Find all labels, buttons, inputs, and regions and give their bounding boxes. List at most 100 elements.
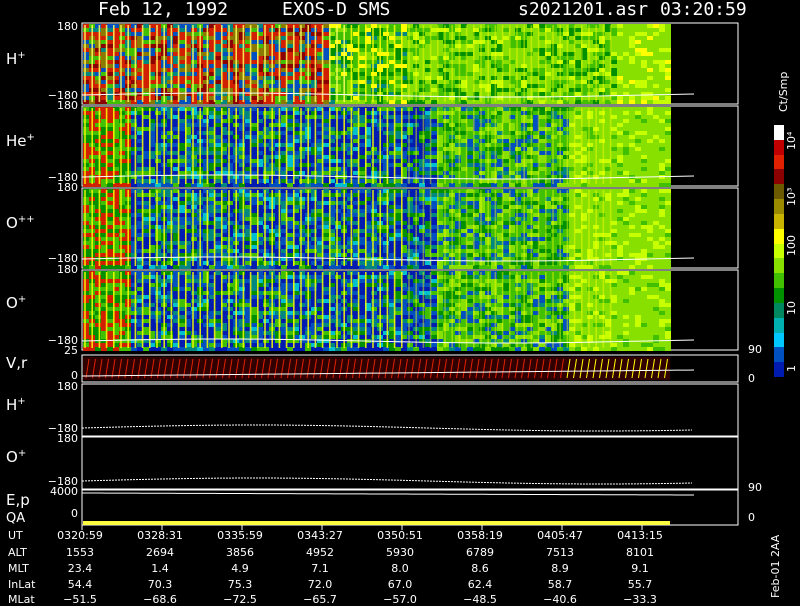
heatmap-cell (299, 44, 305, 48)
heatmap-cell (143, 80, 149, 84)
heatmap-cell (155, 163, 161, 167)
heatmap-cell (191, 229, 197, 233)
heatmap-cell (191, 213, 197, 217)
heatmap-cell (635, 48, 641, 52)
heatmap-cell (227, 233, 233, 237)
heatmap-cell (479, 135, 485, 139)
heatmap-cell (359, 64, 365, 68)
heatmap-cell (215, 205, 221, 209)
heatmap-cell (617, 60, 623, 64)
heatmap-cell (263, 84, 269, 88)
heatmap-cell (635, 163, 641, 167)
heatmap-cell (179, 197, 185, 201)
heatmap-cell (629, 167, 635, 171)
heatmap-cell (629, 131, 635, 135)
heatmap-cell (359, 72, 365, 76)
heatmap-cell (227, 209, 233, 213)
heatmap-cell (119, 64, 125, 68)
heatmap-cell (395, 76, 401, 80)
heatmap-cell (323, 205, 329, 209)
heatmap-cell (191, 111, 197, 115)
heatmap-cell (251, 167, 257, 171)
heatmap-cell (179, 205, 185, 209)
heatmap-cell (83, 241, 89, 245)
heatmap-cell (623, 179, 629, 183)
heatmap-cell (107, 28, 113, 32)
heatmap-cell (215, 52, 221, 56)
heatmap-cell (299, 221, 305, 225)
heatmap-cell (263, 205, 269, 209)
heatmap-cell (191, 163, 197, 167)
heatmap-cell (227, 197, 233, 201)
heatmap-cell (395, 48, 401, 52)
heatmap-cell (443, 115, 449, 119)
heatmap-cell (551, 179, 557, 183)
heatmap-cell (251, 32, 257, 36)
heatmap-cell (479, 107, 485, 111)
heatmap-cell (431, 171, 437, 175)
heatmap-cell (659, 36, 665, 40)
heatmap-cell (323, 213, 329, 217)
heatmap-cell (299, 139, 305, 143)
heatmap-cell (431, 28, 437, 32)
heatmap-cell (467, 151, 473, 155)
heatmap-cell (479, 179, 485, 183)
heatmap-cell (251, 155, 257, 159)
heatmap-cell (503, 115, 509, 119)
heatmap-cell (299, 155, 305, 159)
heatmap-cell (467, 24, 473, 28)
heatmap-cell (299, 225, 305, 229)
heatmap-cell (467, 123, 473, 127)
heatmap-cell (251, 76, 257, 80)
heatmap-cell (503, 163, 509, 167)
heatmap-cell (107, 249, 113, 253)
heatmap-cell (575, 107, 581, 111)
heatmap-cell (653, 76, 659, 80)
heatmap-cell (395, 139, 401, 143)
heatmap-cell (323, 64, 329, 68)
heatmap-cell (623, 167, 629, 171)
heatmap-cell (83, 131, 89, 135)
heatmap-cell (659, 24, 665, 28)
heatmap-cell (179, 217, 185, 221)
heatmap-cell (641, 171, 647, 175)
heatmap-cell (323, 40, 329, 44)
heatmap-cell (629, 24, 635, 28)
heatmap-cell (143, 197, 149, 201)
heatmap-cell (191, 189, 197, 193)
heatmap-cell (395, 88, 401, 92)
heatmap-cell (107, 32, 113, 36)
heatmap-cell (443, 111, 449, 115)
heatmap-cell (575, 80, 581, 84)
heatmap-cell (299, 209, 305, 213)
heatmap-cell (119, 217, 125, 221)
heatmap-cell (155, 56, 161, 60)
heatmap-cell (635, 147, 641, 151)
heatmap-cell (227, 100, 233, 104)
heatmap-cell (443, 135, 449, 139)
heatmap-cell (515, 92, 521, 96)
heatmap-cell (515, 175, 521, 179)
heatmap-cell (371, 100, 377, 104)
heatmap-cell (623, 44, 629, 48)
heatmap-cell (155, 64, 161, 68)
heatmap-cell (155, 171, 161, 175)
heatmap-cell (653, 179, 659, 183)
heatmap-cell (623, 131, 629, 135)
heatmap-cell (443, 48, 449, 52)
heatmap-cell (107, 68, 113, 72)
heatmap-cell (551, 68, 557, 72)
heatmap-cell (155, 183, 161, 187)
heatmap-cell (617, 139, 623, 143)
heatmap-cell (503, 64, 509, 68)
heatmap-cell (251, 217, 257, 221)
heatmap-cell (641, 76, 647, 80)
heatmap-cell (479, 175, 485, 179)
heatmap-cell (647, 127, 653, 131)
heatmap-cell (179, 92, 185, 96)
heatmap-cell (635, 107, 641, 111)
heatmap-cell (641, 32, 647, 36)
heatmap-cell (395, 107, 401, 111)
heatmap-cell (179, 221, 185, 225)
heatmap-cell (251, 237, 257, 241)
